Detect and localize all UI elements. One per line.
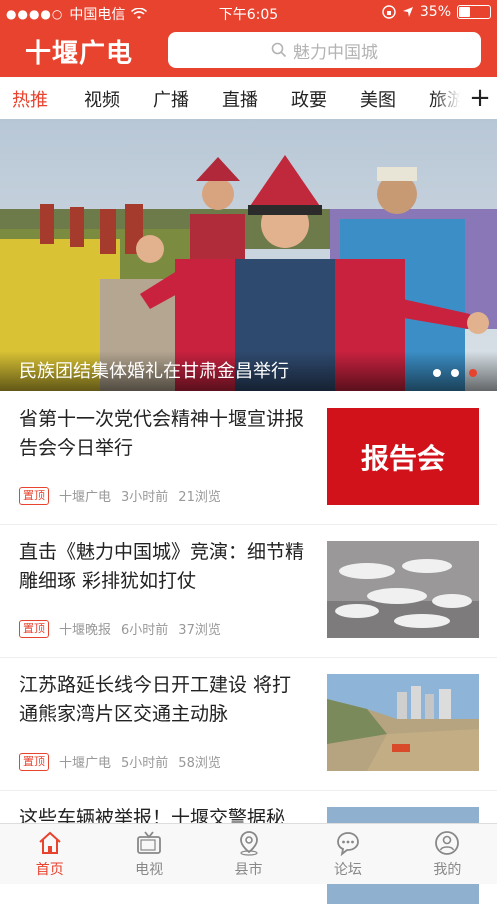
status-bar: ●●●●○ 中国电信 下午6:05 35% (0, 0, 497, 26)
carousel-dots[interactable] (433, 369, 477, 377)
location-icon (239, 831, 258, 856)
pinned-badge: 置顶 (19, 619, 49, 638)
list-item[interactable]: 江苏路延长线今日开工建设 将打通熊家湾片区交通主动脉 置顶 十堰广电 5小时前 … (0, 657, 497, 791)
search-icon (271, 42, 287, 58)
user-icon (435, 831, 460, 855)
orientation-lock-icon (382, 5, 396, 19)
app-logo: 十堰广电 (25, 39, 134, 69)
news-time: 5小时前 (121, 756, 169, 771)
battery-icon (457, 5, 491, 19)
news-views: 37浏览 (178, 623, 221, 638)
carousel-dot[interactable] (433, 369, 441, 377)
search-placeholder: 魅力中国城 (293, 42, 378, 63)
pinned-badge: 置顶 (19, 752, 49, 771)
search-input[interactable]: 魅力中国城 (168, 32, 481, 68)
chat-icon (337, 832, 359, 856)
tab-forum[interactable]: 论坛 (298, 824, 397, 884)
tab-forum-label: 论坛 (333, 862, 362, 878)
thumbnail-text: 报告会 (360, 441, 445, 475)
news-source: 十堰晚报 (59, 623, 112, 638)
news-time: 6小时前 (121, 623, 169, 638)
news-views: 21浏览 (178, 490, 221, 505)
carousel-dot-active[interactable] (469, 369, 477, 377)
news-source: 十堰广电 (59, 490, 112, 505)
tab-tv-label: 电视 (135, 862, 164, 878)
app-header: ●●●●○ 中国电信 下午6:05 35% 十堰广电 魅力中国城 (0, 0, 497, 77)
home-icon (39, 831, 61, 854)
battery-percent: 35% (419, 4, 451, 20)
news-meta: 置顶 十堰广电 5小时前 58浏览 (19, 752, 221, 771)
featured-banner[interactable]: 民族团结集体婚礼在甘肃金昌举行 (0, 119, 497, 391)
news-meta: 置顶 十堰晚报 6小时前 37浏览 (19, 619, 221, 638)
tab-home[interactable]: 首页 (0, 824, 99, 884)
bottom-tab-bar: 首页 电视 县市 论坛 我的 (0, 823, 497, 884)
news-title: 省第十一次党代会精神十堰宣讲报告会今日举行 (19, 408, 305, 459)
news-views: 58浏览 (178, 756, 221, 771)
tab-county-label: 县市 (234, 862, 263, 878)
location-arrow-icon (402, 7, 413, 17)
add-tab-button[interactable]: + (463, 77, 497, 119)
tab-politics[interactable]: 政要 (291, 86, 327, 112)
carousel-dot[interactable] (451, 369, 459, 377)
tab-mine-label: 我的 (433, 862, 462, 878)
tv-icon (137, 831, 162, 854)
news-title: 直击《魅力中国城》竞演：细节精雕细琢 彩排犹如打仗 (19, 541, 305, 592)
list-item[interactable]: 直击《魅力中国城》竞演：细节精雕细琢 彩排犹如打仗 置顶 十堰晚报 6小时前 3… (0, 524, 497, 658)
tab-video[interactable]: 视频 (84, 86, 120, 112)
tab-photos[interactable]: 美图 (360, 86, 396, 112)
news-meta: 置顶 十堰广电 3小时前 21浏览 (19, 486, 221, 505)
news-thumbnail: 报告会 (327, 408, 479, 505)
banner-caption: 民族团结集体婚礼在甘肃金昌举行 (19, 361, 289, 382)
news-thumbnail (327, 541, 479, 638)
tab-live[interactable]: 直播 (222, 86, 258, 112)
list-item[interactable]: 省第十一次党代会精神十堰宣讲报告会今日举行 置顶 十堰广电 3小时前 21浏览 … (0, 391, 497, 525)
category-tabs: 热推 视频 广播 直播 政要 美图 旅游 + (0, 77, 497, 119)
news-title: 江苏路延长线今日开工建设 将打通熊家湾片区交通主动脉 (19, 674, 292, 725)
tab-radio[interactable]: 广播 (153, 86, 189, 112)
pinned-badge: 置顶 (19, 486, 49, 505)
news-time: 3小时前 (121, 490, 169, 505)
tab-tv[interactable]: 电视 (99, 824, 198, 884)
news-thumbnail (327, 674, 479, 771)
tab-county[interactable]: 县市 (199, 824, 298, 884)
news-source: 十堰广电 (59, 756, 112, 771)
tab-mine[interactable]: 我的 (398, 824, 497, 884)
tab-hot[interactable]: 热推 (12, 86, 48, 112)
tab-home-label: 首页 (35, 862, 64, 878)
